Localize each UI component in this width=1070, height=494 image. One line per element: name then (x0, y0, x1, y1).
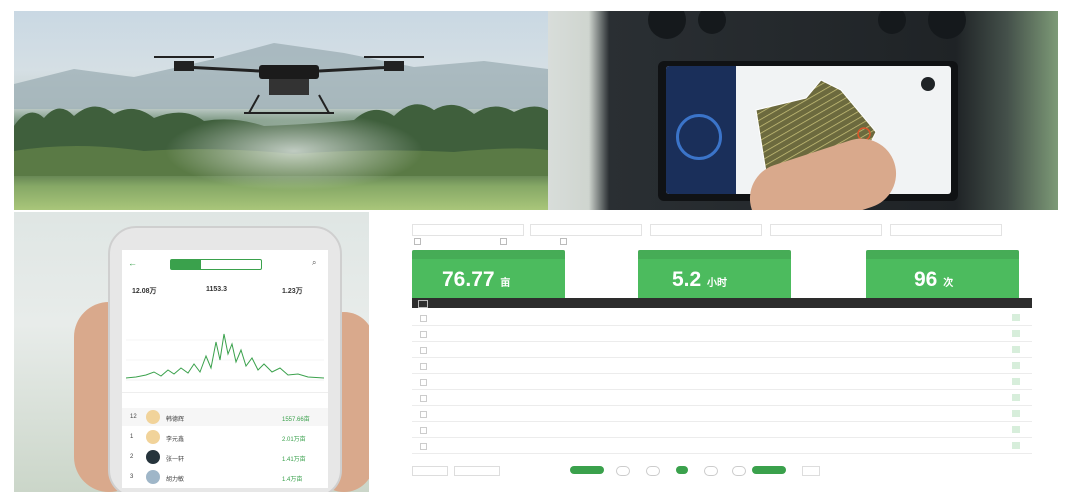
filter-select[interactable] (650, 224, 762, 236)
search-icon[interactable]: ⌕ (312, 258, 316, 268)
drone (154, 56, 424, 114)
next-page-button[interactable] (752, 466, 786, 474)
row-checkbox[interactable] (420, 331, 427, 338)
controller-dial (698, 11, 726, 34)
page-jump-input[interactable] (802, 466, 820, 476)
pilot-area: 1557.66亩 (282, 417, 310, 423)
list-item[interactable]: 2 张一轩 1.41万亩 (122, 448, 328, 466)
row-actions[interactable] (1012, 442, 1020, 449)
drone-spraying-photo (14, 11, 548, 210)
phone-app-photo: ← ⌕ 12.08万 1153.3 1.23万 12 韩德辉 1557.66亩 (14, 212, 369, 492)
row-actions[interactable] (1012, 362, 1020, 369)
table-row[interactable] (412, 326, 1032, 342)
row-actions[interactable] (1012, 410, 1020, 417)
table-row[interactable] (412, 342, 1032, 358)
row-checkbox[interactable] (420, 427, 427, 434)
page-button[interactable] (646, 466, 660, 476)
page-button[interactable] (704, 466, 718, 476)
stat-flight-time: 1153.3 (206, 286, 228, 293)
avatar (146, 450, 160, 464)
table-row[interactable] (412, 422, 1032, 438)
rank-number: 1 (130, 434, 134, 440)
row-checkbox[interactable] (420, 379, 427, 386)
row-checkbox[interactable] (420, 395, 427, 402)
smartphone: ← ⌕ 12.08万 1153.3 1.23万 12 韩德辉 1557.66亩 (108, 226, 342, 492)
table-row[interactable] (412, 310, 1032, 326)
controller-dial-right (928, 11, 966, 39)
filter-checkbox[interactable] (560, 238, 567, 245)
card-header (412, 250, 565, 259)
select-all-checkbox[interactable] (418, 300, 428, 308)
row-actions[interactable] (1012, 346, 1020, 353)
table-row[interactable] (412, 406, 1032, 422)
stat-area: 12.08万 (132, 288, 157, 295)
card-header (866, 250, 1019, 259)
pilot-name: 张一轩 (166, 457, 185, 463)
filter-select[interactable] (770, 224, 882, 236)
page-button[interactable] (616, 466, 630, 476)
row-actions[interactable] (1012, 314, 1020, 321)
avatar (146, 430, 160, 444)
row-checkbox[interactable] (420, 443, 427, 450)
list-item[interactable]: 3 胡力敏 1.4万亩 (122, 468, 328, 486)
rank-number: 2 (130, 454, 134, 460)
row-checkbox[interactable] (420, 315, 427, 322)
pilot-area: 2.01万亩 (282, 437, 306, 443)
joystick-icon (676, 114, 722, 160)
phone-screen: ← ⌕ 12.08万 1153.3 1.23万 12 韩德辉 1557.66亩 (122, 250, 328, 488)
segment-tabs[interactable] (170, 259, 262, 270)
tab-active[interactable] (171, 260, 201, 269)
list-item[interactable]: 1 李元鑫 2.01万亩 (122, 428, 328, 446)
filter-checkbox[interactable] (414, 238, 421, 245)
pilot-name: 李元鑫 (166, 437, 185, 443)
current-page-button[interactable] (676, 466, 688, 474)
stat-count: 1.23万 (282, 288, 303, 295)
controller-dial (878, 11, 906, 34)
card-header (638, 250, 791, 259)
avatar (146, 410, 160, 424)
table-row[interactable] (412, 390, 1032, 406)
avatar (146, 470, 160, 484)
divider (122, 392, 328, 393)
footer-button[interactable] (454, 466, 500, 476)
stat-card-flight-time: 5.2 小时 (638, 250, 791, 302)
pilot-name: 胡力敏 (166, 477, 185, 483)
row-actions[interactable] (1012, 426, 1020, 433)
rank-number: 3 (130, 474, 134, 480)
row-actions[interactable] (1012, 394, 1020, 401)
controller-dial-left (648, 11, 686, 39)
filter-select[interactable] (890, 224, 1002, 236)
table-row[interactable] (412, 374, 1032, 390)
row-checkbox[interactable] (420, 411, 427, 418)
activity-line-chart (126, 333, 324, 381)
stat-card-area: 76.77 亩 (412, 250, 565, 302)
controller-photo (548, 11, 1058, 210)
filter-select[interactable] (530, 224, 642, 236)
operations-dashboard: 76.77 亩 5.2 小时 96 次 (370, 212, 1058, 492)
prev-page-button[interactable] (570, 466, 604, 474)
table-header (412, 298, 1032, 308)
stat-value: 96 次 (914, 268, 954, 291)
date-range-picker[interactable] (412, 224, 524, 236)
row-actions[interactable] (1012, 330, 1020, 337)
row-checkbox[interactable] (420, 363, 427, 370)
pilot-area: 1.41万亩 (282, 457, 306, 463)
row-actions[interactable] (1012, 378, 1020, 385)
rank-number: 12 (130, 414, 137, 420)
footer-button[interactable] (412, 466, 448, 476)
back-arrow-icon[interactable]: ← (128, 258, 137, 268)
pilot-name: 韩德辉 (166, 417, 185, 423)
flight-control-panel (666, 66, 736, 194)
stat-value: 5.2 小时 (672, 268, 728, 291)
table-row[interactable] (412, 438, 1032, 454)
row-checkbox[interactable] (420, 347, 427, 354)
table-row[interactable] (412, 358, 1032, 374)
filter-checkbox[interactable] (500, 238, 507, 245)
stat-card-flight-count: 96 次 (866, 250, 1019, 302)
page-button[interactable] (732, 466, 746, 476)
stat-value: 76.77 亩 (442, 268, 511, 291)
pilot-area: 1.4万亩 (282, 477, 303, 483)
list-item[interactable]: 12 韩德辉 1557.66亩 (122, 408, 328, 426)
spray-mist (164, 111, 424, 191)
